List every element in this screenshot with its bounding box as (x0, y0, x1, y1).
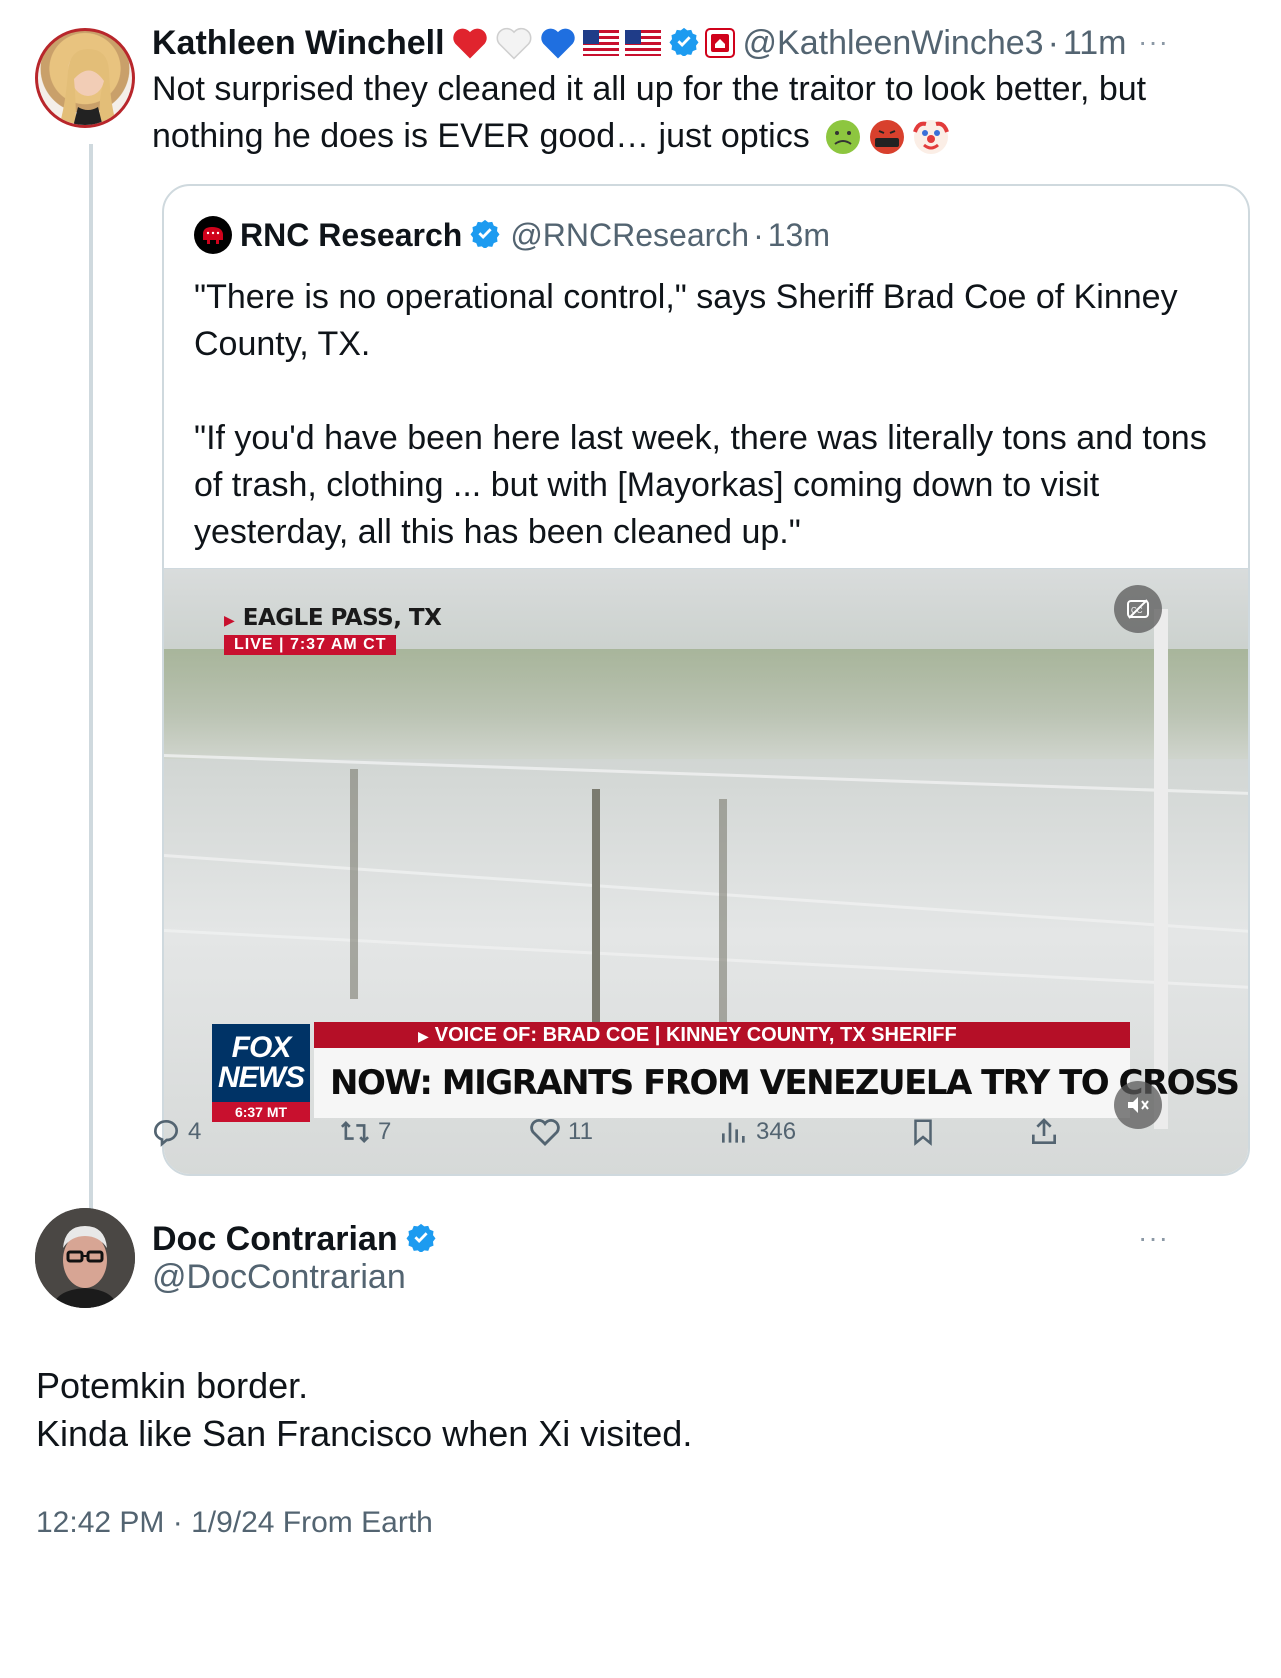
verified-badge-icon[interactable] (406, 1222, 436, 1257)
clown-face-icon (912, 119, 949, 154)
reply-tweet-text: Potemkin border. Kinda like San Francisc… (36, 1362, 1236, 1458)
location-tag: ▶ EAGLE PASS, TX LIVE | 7:37 AM CT (224, 605, 442, 655)
quote-paragraph-2-line-3: yesterday, all this has been cleaned up.… (194, 513, 801, 551)
bookmark-button[interactable] (908, 1116, 944, 1148)
reply-count: 4 (188, 1118, 202, 1145)
live-time: 7:37 AM CT (289, 636, 387, 653)
live-label: LIVE (234, 636, 274, 653)
share-button[interactable] (1028, 1116, 1066, 1148)
reply-timestamp[interactable]: 12:42 PM · 1/9/24 From Earth (36, 1506, 433, 1540)
repost-button[interactable]: 7 (338, 1116, 391, 1148)
us-flag-icon (624, 30, 661, 56)
fence-wire (164, 754, 1248, 796)
thread-line (89, 144, 93, 1284)
views-count: 346 (756, 1118, 797, 1145)
lower-third-top: ▶ VOICE OF: BRAD COE | KINNEY COUNTY, TX … (314, 1022, 1130, 1048)
repost-icon (340, 1120, 370, 1144)
trailing-emojis (824, 118, 950, 156)
quoted-author-name[interactable]: RNC Research (240, 217, 462, 254)
mute-icon[interactable] (1114, 1081, 1162, 1129)
logo-line-2: NEWS (218, 1061, 305, 1094)
more-options-icon[interactable]: ··· (1138, 1222, 1169, 1254)
doc-contrarian-avatar[interactable] (35, 1208, 135, 1308)
video-background-field (164, 649, 1248, 759)
play-arrow-icon: ▶ (224, 612, 235, 628)
like-button[interactable]: 11 (528, 1116, 593, 1148)
play-arrow-icon: ▶ (418, 1028, 429, 1044)
reply-tweet-header: Doc Contrarian (152, 1218, 436, 1260)
reply-author-handle[interactable]: @DocContrarian (152, 1258, 406, 1297)
fence-wire (164, 854, 1248, 934)
views-icon (722, 1122, 745, 1143)
separator-dot: · (753, 216, 764, 253)
rnc-avatar[interactable] (194, 216, 232, 254)
share-icon (1032, 1118, 1056, 1144)
captions-icon[interactable]: CC (1114, 585, 1162, 633)
parent-text-line-2: nothing he does is EVER good… just optic… (152, 117, 810, 155)
fence-post (350, 769, 358, 999)
more-options-icon[interactable]: ··· (1138, 26, 1169, 58)
nauseated-face-icon (825, 119, 860, 154)
quoted-tweet-text: "There is no operational control," says … (194, 274, 1224, 603)
kathleen-avatar[interactable] (35, 28, 135, 128)
quote-paragraph-2-line-2: of trash, clothing ... but with [Mayorka… (194, 466, 1100, 504)
fence-wire (164, 929, 1248, 990)
parent-tweet-text: Not surprised they cleaned it all up for… (152, 66, 1252, 160)
verified-badge-icon[interactable] (470, 218, 500, 253)
red-heart-icon (451, 26, 489, 60)
fence-post (592, 789, 600, 1049)
bookmark-icon (914, 1119, 932, 1146)
fence-post (1154, 609, 1168, 1129)
like-count: 11 (568, 1118, 593, 1145)
reply-author-name[interactable]: Doc Contrarian (152, 1220, 398, 1259)
parent-tweet-header: Kathleen Winchell @KathleenWinche3 · 11m (152, 22, 1127, 64)
author-name[interactable]: Kathleen Winchell (152, 24, 445, 63)
logo-line-1: FOX (231, 1031, 292, 1064)
fox-news-logo: FOX NEWS 6:37 MT (212, 1024, 310, 1124)
separator-dot: · (1047, 23, 1059, 62)
tweet-action-bar: 4 7 11 346 (150, 1116, 1070, 1152)
lower-third-top-text: VOICE OF: BRAD COE | KINNEY COUNTY, TX S… (434, 1024, 957, 1046)
repost-count: 7 (378, 1118, 392, 1145)
quoted-author-handle[interactable]: @RNCResearch (510, 217, 749, 254)
reply-text-line-2: Kinda like San Francisco when Xi visited… (36, 1413, 693, 1454)
verified-badge-icon[interactable] (669, 26, 699, 61)
reply-button[interactable]: 4 (150, 1116, 201, 1148)
blue-heart-icon (539, 26, 577, 60)
us-flag-icon (582, 30, 619, 56)
heart-icon (530, 1119, 560, 1147)
parent-text-line-1: Not surprised they cleaned it all up for… (152, 70, 1147, 108)
quote-paragraph-1-line-2: County, TX. (194, 325, 371, 363)
lower-third-headline: NOW: MIGRANTS FROM VENEZUELA TRY TO CROS… (314, 1048, 1248, 1118)
quote-paragraph-2-line-1: "If you'd have been here last week, ther… (194, 419, 1207, 457)
reply-icon (153, 1119, 179, 1147)
views-button[interactable]: 346 (718, 1116, 796, 1148)
author-handle[interactable]: @KathleenWinche3 (743, 24, 1044, 63)
reply-text-line-1: Potemkin border. (36, 1365, 309, 1406)
fence-post (719, 799, 727, 1049)
face-with-symbols-icon (869, 119, 904, 154)
live-bar: LIVE | 7:37 AM CT (224, 635, 397, 655)
location-name: EAGLE PASS, TX (242, 605, 442, 631)
quote-paragraph-1-line-1: "There is no operational control," says … (194, 278, 1178, 316)
quoted-tweet-card[interactable]: RNC Research @RNCResearch · 13m "There i… (162, 184, 1250, 1176)
quoted-tweet-header: RNC Research @RNCResearch · 13m (194, 216, 830, 254)
post-time[interactable]: 11m (1063, 24, 1127, 63)
video-player[interactable]: ▶ EAGLE PASS, TX LIVE | 7:37 AM CT CC FOX… (164, 568, 1248, 1174)
white-heart-icon (495, 26, 533, 60)
affiliate-badge-icon[interactable] (704, 28, 735, 58)
quoted-post-time[interactable]: 13m (768, 217, 830, 254)
